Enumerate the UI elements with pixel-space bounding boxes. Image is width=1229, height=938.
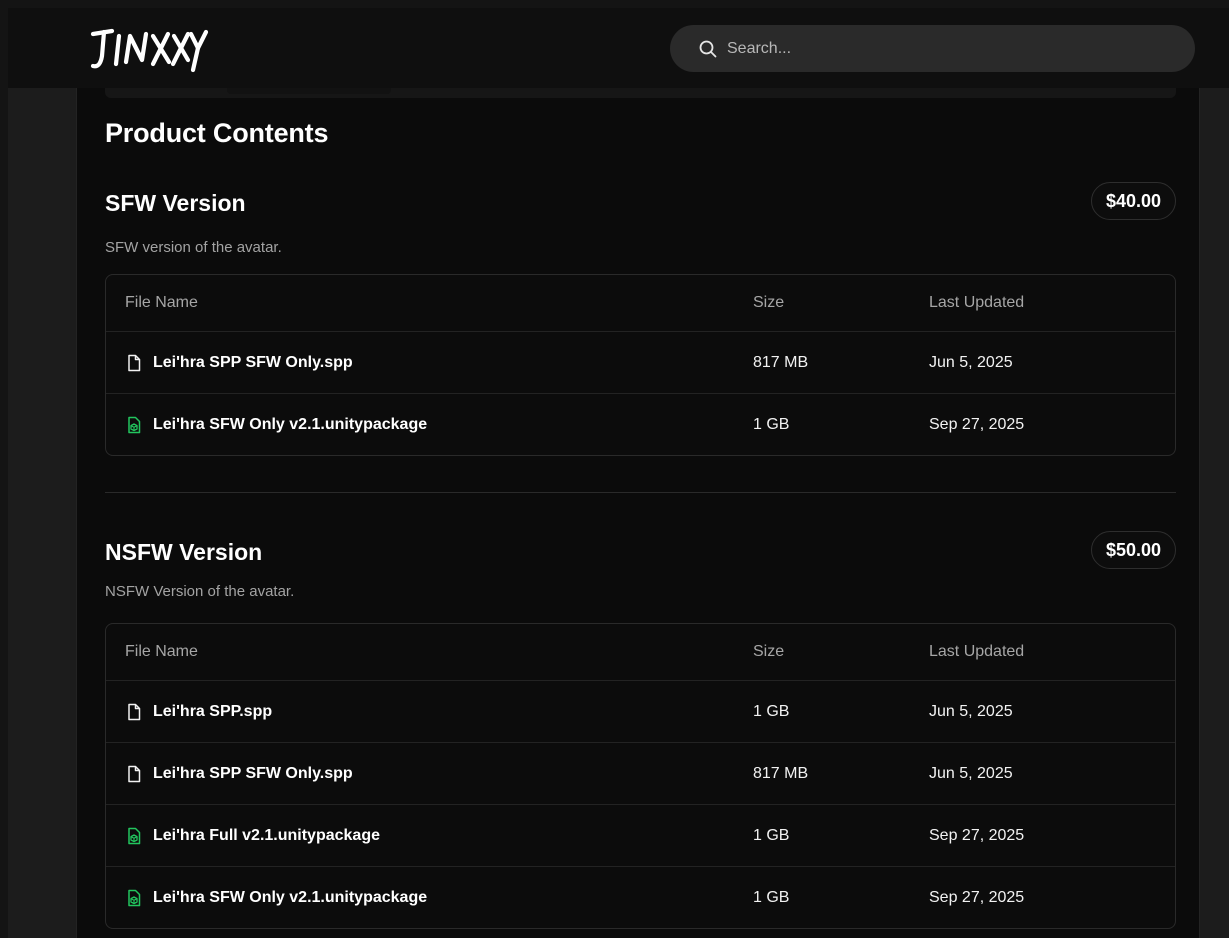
table-row[interactable]: Lei'hra SPP SFW Only.spp 817 MB Jun 5, 2…	[106, 331, 1175, 393]
header-size: Size	[753, 294, 785, 311]
file-updated: Sep 27, 2025	[929, 826, 1025, 844]
file-name: Lei'hra SFW Only v2.1.unitypackage	[153, 888, 428, 906]
price-badge: $50.00	[1090, 531, 1176, 569]
file-size: 1 GB	[753, 826, 790, 844]
file-name: Lei'hra SPP SFW Only.spp	[153, 764, 353, 782]
search-input[interactable]	[727, 39, 1167, 58]
header-last-updated: Last Updated	[929, 643, 1025, 660]
version-description: NSFW Version of the avatar.	[105, 583, 295, 600]
version-name: NSFW Version	[105, 539, 263, 565]
file-icon	[128, 765, 141, 782]
file-updated: Jun 5, 2025	[929, 764, 1013, 782]
file-updated: Jun 5, 2025	[929, 353, 1013, 371]
file-name: Lei'hra SPP.spp	[153, 702, 273, 720]
header-file-name: File Name	[125, 643, 198, 660]
right-gutter	[1200, 88, 1229, 938]
package-icon	[128, 416, 141, 433]
table-row[interactable]: Lei'hra Full v2.1.unitypackage 1 GB Sep …	[106, 804, 1175, 866]
jinxxy-logo-icon	[90, 28, 209, 73]
header-size: Size	[753, 643, 785, 660]
jinxxy-logo[interactable]	[90, 22, 210, 74]
package-icon	[128, 889, 141, 906]
section-divider	[105, 492, 1176, 493]
file-name-cell: Lei'hra SFW Only v2.1.unitypackage	[106, 416, 753, 434]
file-icon	[128, 703, 141, 720]
file-name-cell: Lei'hra SPP SFW Only.spp	[106, 765, 753, 783]
file-table: File Name Size Last Updated Lei'hra SPP.…	[105, 623, 1176, 929]
file-name-cell: Lei'hra SPP.spp	[106, 703, 753, 721]
file-size: 1 GB	[753, 888, 790, 906]
price-badge: $40.00	[1090, 182, 1176, 220]
header-last-updated: Last Updated	[929, 294, 1025, 311]
table-row[interactable]: Lei'hra SPP.spp 1 GB Jun 5, 2025	[106, 680, 1175, 742]
table-header: File Name Size Last Updated	[106, 275, 1175, 331]
file-size: 1 GB	[753, 702, 790, 720]
file-size: 817 MB	[753, 764, 809, 782]
left-gutter	[8, 88, 76, 938]
package-icon	[128, 827, 141, 844]
table-row[interactable]: Lei'hra SFW Only v2.1.unitypackage 1 GB …	[106, 866, 1175, 928]
table-header: File Name Size Last Updated	[106, 624, 1175, 680]
table-row[interactable]: Lei'hra SFW Only v2.1.unitypackage 1 GB …	[106, 393, 1175, 455]
file-name: Lei'hra SPP SFW Only.spp	[153, 353, 353, 371]
table-row[interactable]: Lei'hra SPP SFW Only.spp 817 MB Jun 5, 2…	[106, 742, 1175, 804]
file-updated: Jun 5, 2025	[929, 702, 1013, 720]
file-size: 817 MB	[753, 353, 809, 371]
header-file-name: File Name	[125, 294, 198, 311]
file-name-cell: Lei'hra SPP SFW Only.spp	[106, 354, 753, 372]
product-contents-title: Product Contents	[105, 118, 329, 148]
file-icon	[128, 354, 141, 371]
file-updated: Sep 27, 2025	[929, 888, 1025, 906]
search-icon	[699, 40, 717, 57]
file-size: 1 GB	[753, 415, 790, 433]
version-description: SFW version of the avatar.	[105, 239, 282, 256]
search-bar[interactable]	[670, 25, 1195, 72]
file-name-cell: Lei'hra SFW Only v2.1.unitypackage	[106, 889, 753, 907]
file-table: File Name Size Last Updated Lei'hra SPP …	[105, 274, 1176, 456]
file-updated: Sep 27, 2025	[929, 415, 1025, 433]
file-name: Lei'hra Full v2.1.unitypackage	[153, 826, 380, 844]
version-name: SFW Version	[105, 190, 246, 216]
file-name-cell: Lei'hra Full v2.1.unitypackage	[106, 827, 753, 845]
file-name: Lei'hra SFW Only v2.1.unitypackage	[153, 415, 428, 433]
